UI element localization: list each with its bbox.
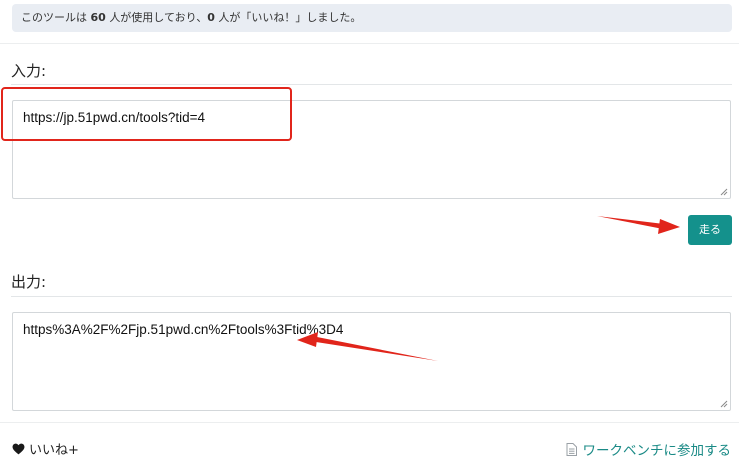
user-count: 60 <box>90 11 106 24</box>
info-middle: 人が使用しており、 <box>109 11 208 24</box>
workbench-label: ワークベンチに参加する <box>582 443 732 459</box>
resize-grip-icon[interactable] <box>720 188 728 196</box>
output-textarea[interactable]: https%3A%2F%2Fjp.51pwd.cn%2Ftools%3Ftid%… <box>12 312 731 411</box>
document-icon <box>566 442 577 456</box>
footer-divider <box>0 422 739 423</box>
heart-icon <box>12 443 25 454</box>
info-suffix: 人が「いいね！」しました。 <box>218 11 362 24</box>
usage-info-banner: このツールは 60 人が使用しており、0 人が「いいね！」しました。 <box>12 4 732 32</box>
header-divider <box>0 43 739 44</box>
output-section-title: 出力: <box>11 273 47 291</box>
like-button[interactable]: いいね+ <box>12 439 79 458</box>
output-title-divider <box>11 296 732 297</box>
info-prefix: このツールは <box>21 11 87 24</box>
page: このツールは 60 人が使用しており、0 人が「いいね！」しました。 入力: h… <box>0 0 739 471</box>
resize-grip-icon[interactable] <box>720 400 728 408</box>
input-title-divider <box>11 84 732 85</box>
arrow-to-run-button <box>597 216 680 234</box>
join-workbench-link[interactable]: ワークベンチに参加する <box>566 439 732 459</box>
input-highlight-annotation <box>1 87 292 141</box>
like-count: 0 <box>207 11 215 24</box>
output-textarea-value: https%3A%2F%2Fjp.51pwd.cn%2Ftools%3Ftid%… <box>23 322 344 337</box>
input-section-title: 入力: <box>11 62 47 80</box>
run-button[interactable]: 走る <box>688 215 732 245</box>
like-label: いいね+ <box>29 443 79 458</box>
